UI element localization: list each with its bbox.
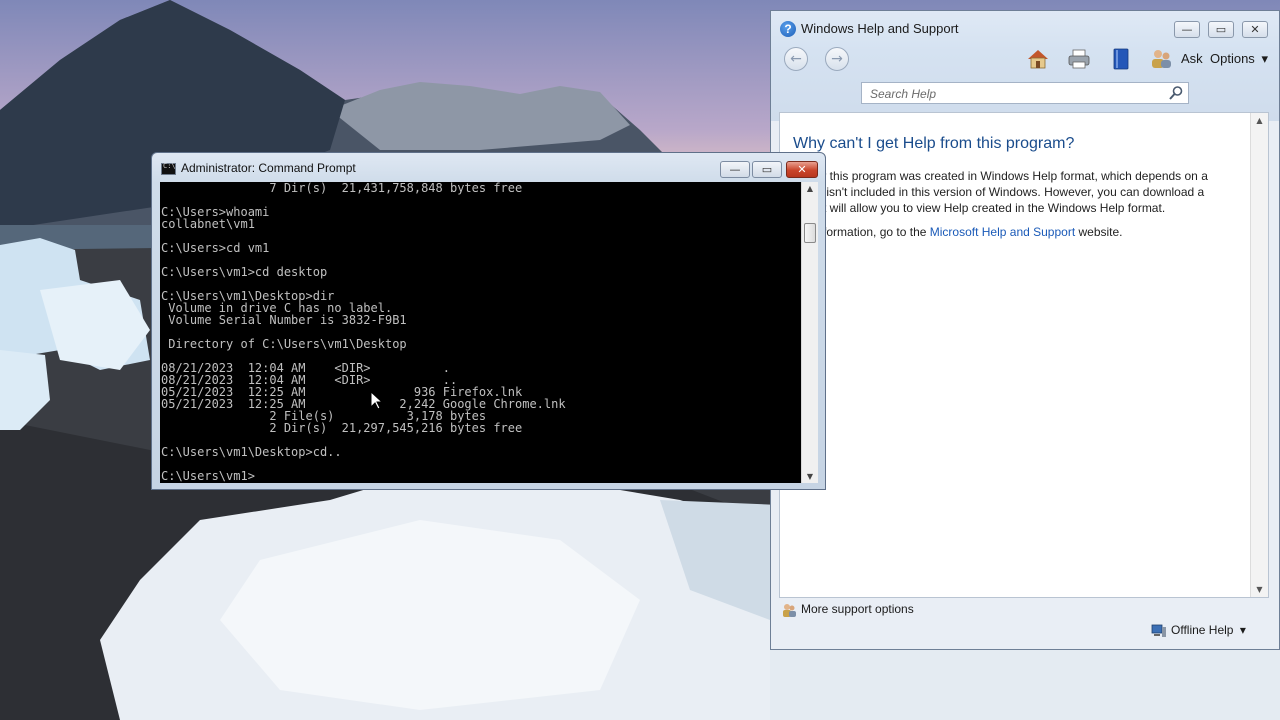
search-help-box <box>861 82 1189 104</box>
console-line: C:\Users\vm1\Desktop>cd.. <box>161 445 342 459</box>
search-input[interactable] <box>868 84 1172 104</box>
console-output[interactable]: 7 Dir(s) 21,431,758,848 bytes free C:\Us… <box>160 182 801 483</box>
chevron-down-icon: ▾ <box>1239 623 1246 637</box>
help-and-support-window: ? Windows Help and Support — ▭ ✕ ← → Ask… <box>770 10 1280 650</box>
console-line: 2 Dir(s) 21,297,545,216 bytes free <box>161 421 523 435</box>
maximize-button[interactable]: ▭ <box>1208 21 1234 38</box>
minimize-button[interactable]: — <box>1174 21 1200 38</box>
mouse-pointer-icon <box>371 392 383 410</box>
back-arrow-icon: ← <box>790 51 802 67</box>
computer-icon <box>1151 624 1166 637</box>
help-content-pane: Why can't I get Help from this program? … <box>779 112 1269 598</box>
console-line: collabnet\vm1 <box>161 217 255 231</box>
console-icon <box>161 162 176 175</box>
maximize-icon: ▭ <box>1215 23 1227 36</box>
forward-button[interactable]: → <box>825 47 849 71</box>
help-paragraph-line-2: e that isn't included in this version of… <box>793 185 1205 199</box>
console-line: Directory of C:\Users\vm1\Desktop <box>161 337 407 351</box>
console-text: 7 Dir(s) 21,431,758,848 bytes free C:\Us… <box>160 182 801 482</box>
forward-arrow-icon: → <box>831 51 843 67</box>
scroll-down-arrow-icon[interactable]: ▼ <box>1251 585 1268 594</box>
printer-icon[interactable] <box>1067 47 1091 71</box>
command-prompt-window: Administrator: Command Prompt — ▭ ✕ 7 Di… <box>151 152 826 490</box>
close-icon: ✕ <box>797 163 807 176</box>
offline-help-label: Offline Help ▾ <box>1171 623 1246 637</box>
maximize-button[interactable]: ▭ <box>752 161 782 178</box>
ask-button[interactable]: Ask <box>1181 51 1203 66</box>
more-info-suffix: website. <box>1075 225 1123 239</box>
console-line: C:\Users\vm1>cd desktop <box>161 265 328 279</box>
close-button[interactable]: ✕ <box>786 161 818 178</box>
window-title: Administrator: Command Prompt <box>181 161 356 175</box>
console-line: Volume Serial Number is 3832-F9B1 <box>161 313 407 327</box>
support-people-icon <box>783 604 796 617</box>
help-more-info-line: ore information, go to the Microsoft Hel… <box>793 224 1243 240</box>
console-line: C:\Users\vm1> <box>161 469 255 483</box>
chevron-down-icon: ▾ <box>1261 51 1268 66</box>
options-label: Options <box>1210 51 1255 66</box>
console-vertical-scrollbar[interactable]: ▲ ▼ <box>801 182 818 483</box>
scroll-up-arrow-icon[interactable]: ▲ <box>1251 116 1268 125</box>
close-icon: ✕ <box>1250 23 1260 36</box>
help-question-icon: ? <box>780 21 796 37</box>
minimize-icon: — <box>1181 23 1193 36</box>
more-support-options-label: More support options <box>801 602 914 616</box>
maximize-icon: ▭ <box>761 163 773 176</box>
close-button[interactable]: ✕ <box>1242 21 1268 38</box>
search-icon[interactable] <box>1168 85 1184 101</box>
scrollbar-thumb[interactable] <box>804 223 816 243</box>
console-line: C:\Users>cd vm1 <box>161 241 270 255</box>
minimize-button[interactable]: — <box>720 161 750 178</box>
help-topic-heading: Why can't I get Help from this program? <box>793 135 1075 152</box>
help-paragraph-line-1: elp for this program was created in Wind… <box>793 169 1208 183</box>
people-icon[interactable] <box>1149 47 1173 71</box>
microsoft-help-support-link[interactable]: Microsoft Help and Support <box>930 225 1075 239</box>
help-vertical-scrollbar[interactable]: ▲ ▼ <box>1250 113 1268 597</box>
book-icon[interactable] <box>1109 47 1133 71</box>
options-menu[interactable]: Options ▾ <box>1210 51 1268 67</box>
window-title: Windows Help and Support <box>801 21 959 36</box>
help-paragraph-line-3: m that will allow you to view Help creat… <box>793 201 1166 215</box>
scroll-down-arrow-icon[interactable]: ▼ <box>802 472 818 481</box>
scroll-up-arrow-icon[interactable]: ▲ <box>802 184 818 193</box>
console-line: 7 Dir(s) 21,431,758,848 bytes free <box>161 182 523 195</box>
minimize-icon: — <box>729 163 741 176</box>
back-button[interactable]: ← <box>784 47 808 71</box>
home-icon[interactable] <box>1026 47 1050 71</box>
